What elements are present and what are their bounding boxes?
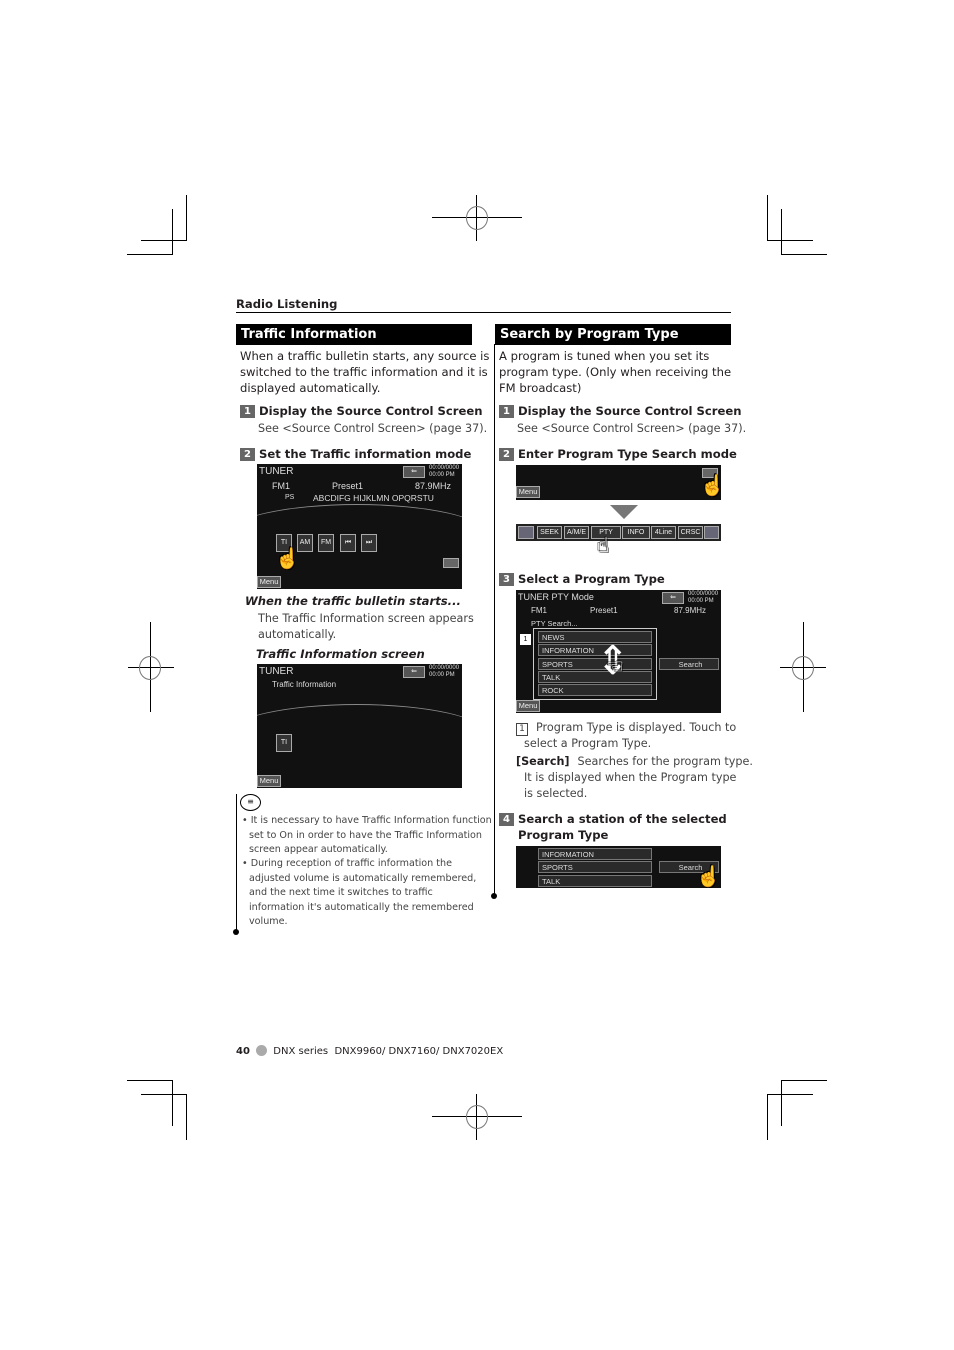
4line-button[interactable]: 4Line [651, 526, 676, 539]
pty-item-news[interactable]: NEWS [538, 631, 652, 643]
fm-button[interactable]: FM [318, 534, 334, 552]
tuner-screen: TUNER ⇐ 00:00/0000 00:00 PM FM1 Preset1 8… [257, 464, 462, 589]
callout-1: 1 [520, 634, 531, 645]
footer-dot-icon [256, 1045, 268, 1056]
ps-text: ABCDIFG HIJKLMN OPQRSTU [313, 493, 434, 503]
legend-1: 1 Program Type is displayed. Touch to sel… [516, 720, 736, 752]
left-rule [236, 794, 237, 932]
note-2: • During reception of traffic informatio… [242, 858, 477, 927]
clock: 00:00/0000 00:00 PM [429, 665, 460, 678]
step-1-right: 1 Display the Source Control Screen [499, 403, 741, 419]
section-title-search-pty: Search by Program Type [495, 324, 731, 345]
pty-item-talk[interactable]: TALK [538, 671, 652, 683]
pointing-hand-icon: ☝ [700, 475, 721, 497]
menu-button[interactable]: Menu [516, 700, 540, 712]
band: FM1 [531, 606, 547, 615]
pty-item-information[interactable]: INFORMATION [538, 848, 652, 860]
menu-button[interactable]: Menu [257, 576, 281, 588]
when-bulletin-heading: When the traffic bulletin starts... [245, 594, 461, 608]
source-label: TUNER [259, 466, 294, 477]
pty-mode-screen: TUNER PTY Mode ⇐ 00:00/0000 00:00 PM FM1 … [516, 590, 721, 713]
end-dot-right [491, 893, 497, 899]
control-bar: SEEK A/M/E PTY INFO 4Line CRSC [516, 524, 721, 541]
search-station-screen: INFORMATION SPORTS TALK Search ☝ [516, 846, 721, 888]
pty-item-sports[interactable]: SPORTS [538, 861, 652, 873]
step-2-right: 2 Enter Program Type Search mode [499, 446, 737, 462]
info-button[interactable]: INFO [622, 526, 650, 539]
note-1: • It is necessary to have Traffic Inform… [242, 815, 492, 855]
clock: 00:00/0000 00:00 PM [688, 591, 719, 604]
back-button[interactable]: ⇐ [403, 666, 425, 678]
pty-item-talk[interactable]: TALK [538, 875, 652, 887]
traffic-intro: When a traffic bulletin starts, any sour… [240, 349, 490, 395]
series-name: DNX series [273, 1046, 329, 1057]
page-number: 40 [236, 1046, 250, 1057]
control-bar-prev[interactable] [518, 526, 534, 539]
pointing-hand-icon: ☝ [275, 548, 300, 570]
ame-button[interactable]: A/M/E [564, 526, 589, 539]
control-bar-next[interactable] [704, 526, 719, 539]
menu-button[interactable]: Menu [257, 775, 281, 787]
legend-search: [Search] Searches for the program type. I… [516, 755, 753, 800]
running-header: Radio Listening [236, 297, 338, 311]
step-2-left: 2 Set the Traffic information mode [240, 446, 471, 462]
pty-item-rock[interactable]: ROCK [538, 684, 652, 696]
section-title-traffic-information: Traffic Information [236, 324, 472, 345]
right-rule [494, 344, 495, 896]
frequency: 87.9MHz [415, 481, 452, 491]
pty-item-sports[interactable]: SPORTS [538, 658, 652, 670]
menu-button[interactable]: Menu [516, 486, 540, 498]
note-icon: ≡ [240, 794, 261, 811]
band: FM1 [272, 481, 290, 491]
seek-button[interactable]: SEEK [537, 526, 562, 539]
next-button[interactable]: ⏭ [361, 534, 377, 552]
back-button[interactable]: ⇐ [662, 592, 684, 604]
model-list: DNX9960/ DNX7160/ DNX7020EX [334, 1046, 504, 1057]
step-4-right: 4 Search a station of the selected Program… [499, 811, 727, 843]
step-3-right: 3 Select a Program Type [499, 571, 665, 587]
source-strip-screen: Menu ☝ [516, 465, 721, 500]
ps-label: PS [285, 494, 295, 501]
search-button[interactable]: Search [659, 658, 719, 670]
scroll-button[interactable] [443, 558, 459, 568]
swipe-hand-icon: ☜ [606, 656, 624, 678]
arrow-down-icon [610, 505, 638, 519]
ti-button[interactable]: TI [276, 734, 292, 752]
frequency: 87.9MHz [674, 606, 707, 615]
pty-item-information[interactable]: INFORMATION [538, 644, 652, 656]
preset: Preset1 [590, 606, 618, 615]
step-1-right-detail: See <Source Control Screen> (page 37). [517, 422, 747, 435]
when-bulletin-text: The Traffic Information screen appears au… [258, 612, 474, 641]
pty-status: PTY Search... [531, 619, 578, 628]
pty-intro: A program is tuned when you set its progr… [499, 349, 732, 395]
source-label: TUNER [259, 666, 294, 677]
preset: Preset1 [332, 481, 364, 491]
end-dot-left [233, 929, 239, 935]
pty-title: TUNER PTY Mode [518, 592, 594, 602]
pointing-hand-icon: ☝ [597, 533, 610, 557]
ti-subtitle: Traffic Information [272, 680, 337, 689]
crsc-button[interactable]: CRSC [678, 526, 703, 539]
header-rule [236, 312, 731, 313]
clock: 00:00/0000 00:00 PM [429, 465, 460, 478]
pointing-hand-icon: ☝ [696, 866, 721, 888]
step-1-left-detail: See <Source Control Screen> (page 37). [258, 422, 488, 435]
step-1-left: 1 Display the Source Control Screen [240, 403, 482, 419]
back-button[interactable]: ⇐ [403, 466, 425, 478]
footer: 40 DNX series DNX9960/ DNX7160/ DNX7020E… [236, 1045, 503, 1057]
traffic-info-screen: TUNER ⇐ 00:00/0000 00:00 PM Traffic Infor… [257, 664, 462, 788]
prev-button[interactable]: ⏮ [340, 534, 356, 552]
ti-screen-heading: Traffic Information screen [256, 647, 425, 661]
